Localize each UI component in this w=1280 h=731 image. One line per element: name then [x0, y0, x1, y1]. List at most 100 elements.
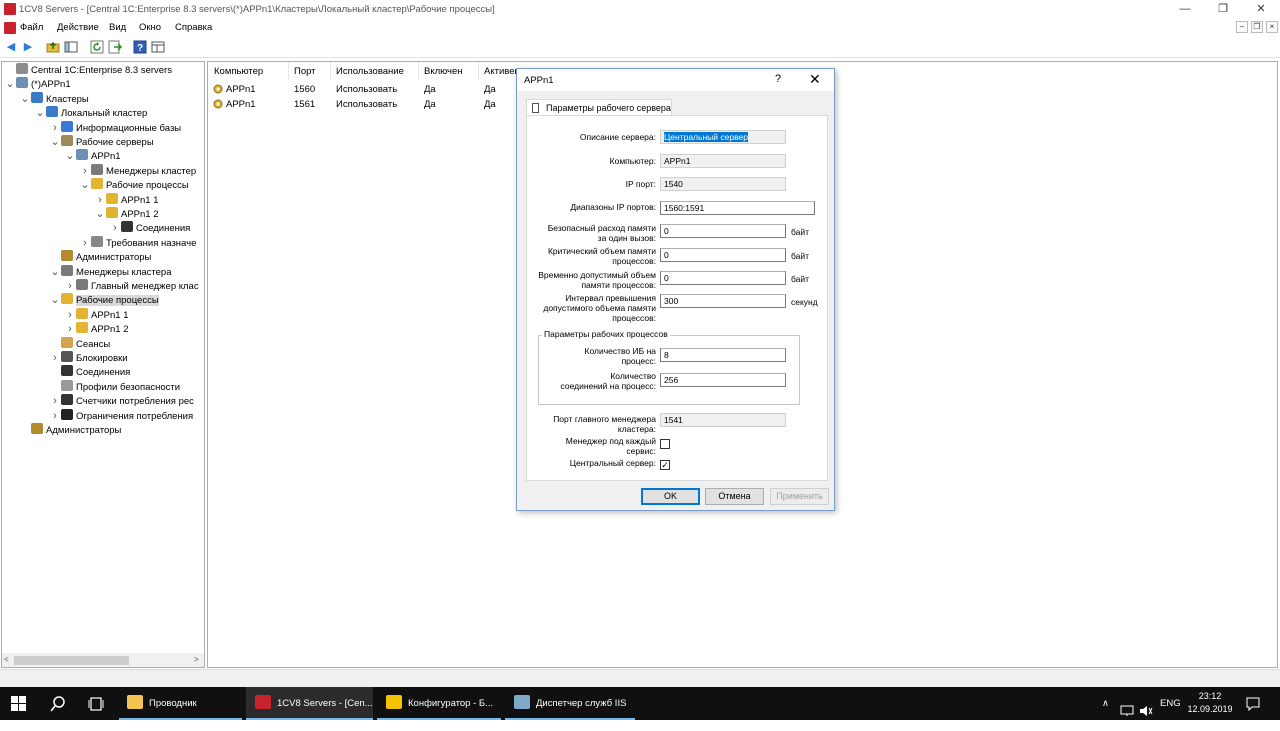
taskbar-item-iis-manager[interactable]: Диспетчер служб IIS — [505, 687, 635, 720]
tree-item[interactable]: › APPn1 1 — [95, 192, 159, 207]
manager-per-service-checkbox[interactable] — [660, 439, 670, 449]
mdi-close-button[interactable]: × — [1266, 21, 1278, 33]
table-row[interactable]: APPn1 1561 Использовать Да Да — [208, 97, 518, 112]
menu-file[interactable]: Файл — [20, 22, 43, 33]
refresh-icon[interactable] — [90, 40, 104, 54]
mdi-minimize-button[interactable]: – — [1236, 21, 1248, 33]
dialog-close-button[interactable]: ✕ — [809, 71, 821, 88]
tree-item[interactable]: Профили безопасности — [50, 379, 180, 394]
windows-start-icon[interactable] — [11, 696, 27, 715]
chevron-right-icon[interactable]: › — [65, 322, 75, 336]
chevron-right-icon[interactable]: › — [50, 351, 60, 365]
tree-item[interactable]: Администраторы — [50, 250, 151, 264]
chevron-down-icon[interactable]: ⌄ — [50, 265, 60, 279]
chevron-right-icon[interactable]: › — [110, 221, 120, 235]
column-enabled[interactable]: Включен — [424, 66, 463, 77]
dialog-help-button[interactable]: ? — [775, 73, 781, 85]
interval-input[interactable]: 300 — [660, 294, 786, 308]
minimize-button[interactable]: — — [1166, 0, 1204, 19]
tree-item[interactable]: Central 1C:Enterprise 8.3 servers — [5, 63, 172, 77]
tree-item[interactable]: ⌄ APPn1 — [65, 149, 121, 163]
language-indicator[interactable]: ENG — [1160, 687, 1181, 720]
taskbar-item-configurator[interactable]: Конфигуратор - Б... — [377, 687, 501, 720]
tree-item[interactable]: Сеансы — [50, 336, 110, 351]
tree-item[interactable]: ⌄ (*)APPn1 — [5, 77, 71, 91]
menu-help[interactable]: Справка — [175, 22, 212, 33]
tree-item[interactable]: ⌄ Рабочие серверы — [50, 135, 154, 149]
apply-button[interactable]: Применить — [770, 488, 829, 505]
safe-memory-input[interactable]: 0 — [660, 224, 786, 238]
cancel-button[interactable]: Отмена — [705, 488, 764, 505]
ip-range-input[interactable]: 1560:1591 — [660, 201, 815, 215]
tree-item[interactable]: ⌄ Менеджеры кластера — [50, 264, 172, 279]
scroll-left-icon[interactable]: < — [4, 655, 9, 664]
temp-memory-input[interactable]: 0 — [660, 271, 786, 285]
chevron-down-icon[interactable]: ⌄ — [20, 92, 30, 106]
chevron-down-icon[interactable]: ⌄ — [95, 207, 105, 221]
volume-icon[interactable] — [1139, 698, 1153, 731]
maximize-button[interactable]: ❐ — [1204, 0, 1242, 19]
tree-item[interactable]: Администраторы — [20, 423, 121, 437]
tree-item[interactable]: › Счетчики потребления рес — [50, 394, 194, 408]
chevron-down-icon[interactable]: ⌄ — [35, 106, 45, 120]
console-tree[interactable]: Central 1C:Enterprise 8.3 servers ⌄ (*)APP… — [1, 61, 205, 668]
chevron-down-icon[interactable]: ⌄ — [80, 178, 90, 192]
ok-button[interactable]: OK — [641, 488, 700, 505]
properties-pane-icon[interactable] — [151, 40, 165, 54]
column-computer[interactable]: Компьютер — [214, 66, 263, 77]
column-usage[interactable]: Использование — [336, 66, 404, 77]
tree-item[interactable]: ⌄ Рабочие процессы — [80, 178, 189, 192]
chevron-right-icon[interactable]: › — [80, 164, 90, 178]
tree-item[interactable]: › Соединения — [110, 221, 190, 235]
chevron-down-icon[interactable]: ⌄ — [5, 77, 15, 91]
scroll-right-icon[interactable]: > — [194, 655, 199, 664]
search-icon[interactable] — [50, 696, 66, 715]
column-active[interactable]: Активен — [484, 66, 520, 77]
show-hide-tree-icon[interactable] — [64, 40, 78, 54]
scroll-thumb[interactable] — [14, 656, 129, 665]
taskbar-item-1cv8-servers[interactable]: 1CV8 Servers - [Cen... — [246, 687, 373, 720]
tree-item[interactable]: ⌄ Рабочие процессы — [50, 293, 159, 307]
tree-item[interactable]: › Требования назначе — [80, 235, 196, 250]
chevron-right-icon[interactable]: › — [50, 121, 60, 135]
tab-server-parameters[interactable]: Параметры рабочего сервера — [526, 99, 672, 116]
forward-arrow-icon[interactable]: ▶ — [21, 40, 35, 54]
chevron-right-icon[interactable]: › — [95, 193, 105, 207]
back-arrow-icon[interactable]: ◀ — [4, 40, 18, 54]
network-icon[interactable] — [1120, 698, 1134, 731]
taskbar-item-explorer[interactable]: Проводник — [119, 687, 242, 720]
tree-item[interactable]: ⌄ Локальный кластер — [35, 106, 147, 120]
menu-view[interactable]: Вид — [109, 22, 126, 33]
connections-per-process-input[interactable]: 256 — [660, 373, 786, 387]
tree-item[interactable]: › Информационные базы — [50, 120, 181, 135]
tree-item[interactable]: ⌄ APPn1 2 — [95, 207, 159, 221]
menu-window[interactable]: Окно — [139, 22, 161, 33]
table-row[interactable]: APPn1 1560 Использовать Да Да — [208, 82, 518, 97]
export-list-icon[interactable] — [108, 40, 123, 54]
mdi-restore-button[interactable]: ❐ — [1251, 21, 1263, 33]
task-view-icon[interactable] — [88, 696, 104, 715]
tree-item[interactable]: › Блокировки — [50, 351, 128, 365]
description-field[interactable]: Центральный сервер — [660, 130, 786, 144]
chevron-right-icon[interactable]: › — [50, 394, 60, 408]
tree-horizontal-scrollbar[interactable]: < > — [2, 653, 204, 667]
tree-item[interactable]: ⌄ Кластеры — [20, 91, 89, 106]
tree-item[interactable]: › Менеджеры кластер — [80, 163, 196, 178]
up-folder-icon[interactable] — [46, 40, 60, 54]
menu-action[interactable]: Действие — [57, 22, 99, 33]
chevron-right-icon[interactable]: › — [65, 308, 75, 322]
central-server-checkbox[interactable]: ✓ — [660, 460, 670, 470]
chevron-right-icon[interactable]: › — [65, 279, 75, 293]
mdi-app-icon[interactable] — [4, 22, 16, 34]
tree-item[interactable]: › Главный менеджер клас — [65, 279, 199, 293]
close-button[interactable]: ✕ — [1242, 0, 1280, 19]
tray-overflow-icon[interactable]: ∧ — [1102, 687, 1109, 720]
chevron-down-icon[interactable]: ⌄ — [50, 293, 60, 307]
help-icon[interactable]: ? — [133, 40, 147, 54]
column-port[interactable]: Порт — [294, 66, 316, 77]
tree-item[interactable]: › Ограничения потребления — [50, 408, 193, 423]
tree-item[interactable]: Соединения — [50, 365, 130, 379]
chevron-right-icon[interactable]: › — [80, 236, 90, 250]
tree-item[interactable]: › APPn1 1 — [65, 307, 129, 322]
ib-per-process-input[interactable]: 8 — [660, 348, 786, 362]
